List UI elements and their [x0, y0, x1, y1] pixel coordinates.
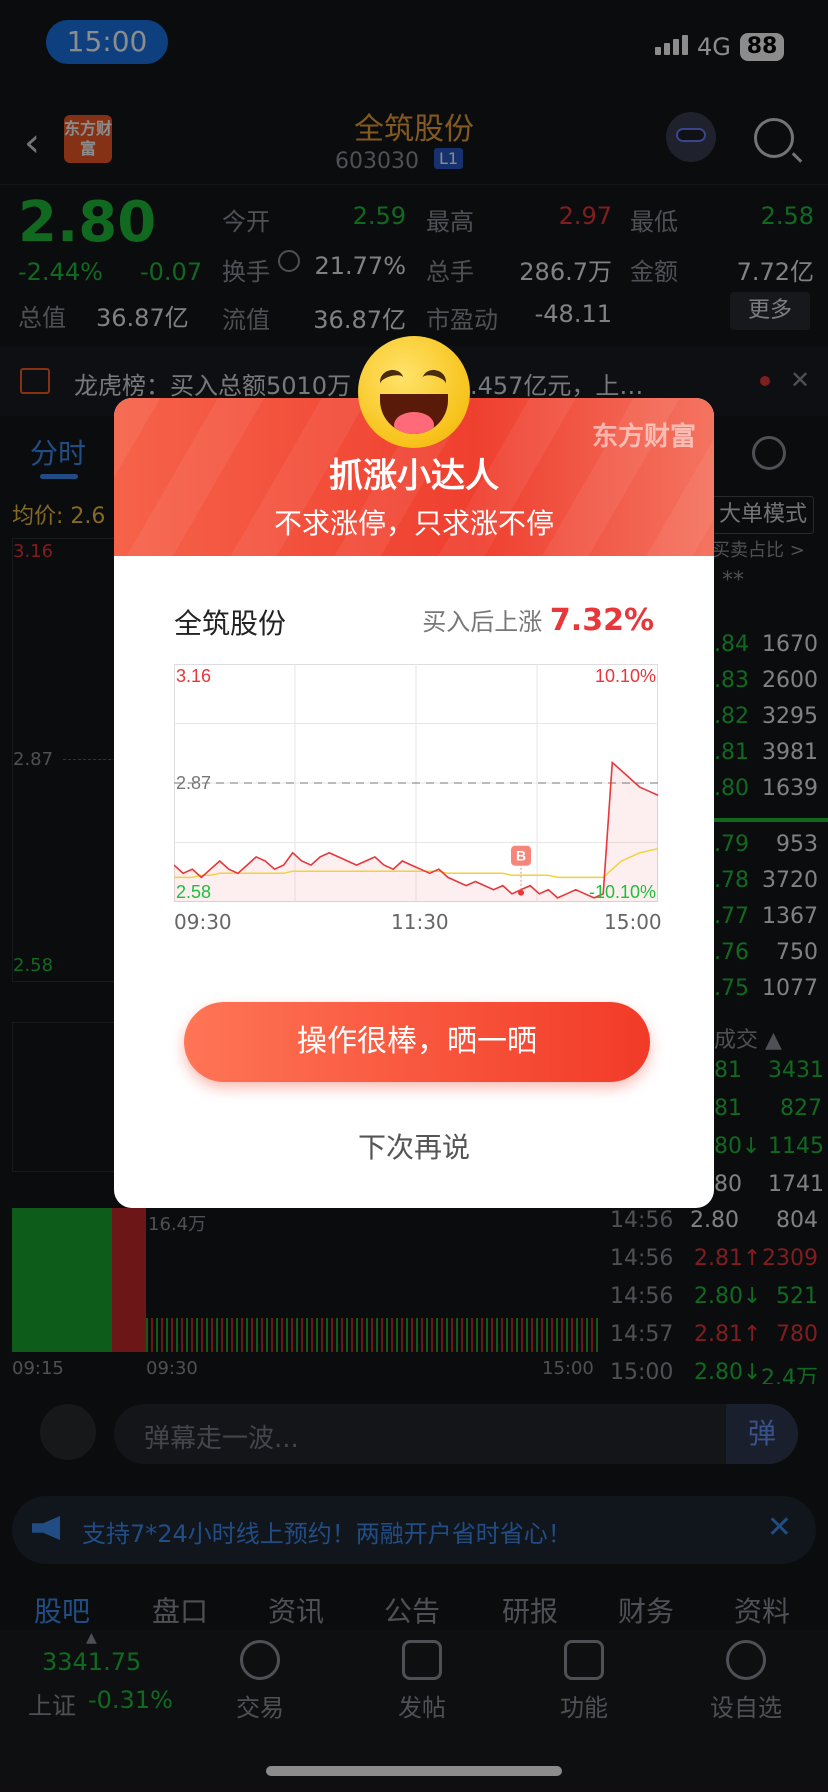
- gain-after-buy: 买入后上涨 7.32%: [422, 602, 654, 638]
- gain-value: 7.32%: [549, 603, 654, 638]
- modal-subtitle: 不求涨停，只求涨不停: [273, 507, 554, 540]
- x-tick-label: 11:30: [391, 910, 449, 934]
- emoji-eye: [377, 367, 407, 395]
- modal-stock-name: 全筑股份: [174, 607, 287, 640]
- emoji-mouth: [380, 394, 448, 434]
- modal-title: 抓涨小达人: [329, 456, 499, 496]
- later-button[interactable]: 下次再说: [114, 1126, 714, 1166]
- buy-marker-label: B: [516, 848, 526, 864]
- y-tick-label: 2.58: [176, 882, 211, 902]
- x-tick-label: 15:00: [604, 910, 662, 934]
- gain-label: 买入后上涨: [422, 608, 543, 636]
- y-right-tick-label: -10.10%: [589, 882, 656, 902]
- y-tick-label: 3.16: [176, 666, 211, 686]
- buy-point: [518, 889, 525, 896]
- share-button[interactable]: 操作很棒，晒一晒: [184, 1002, 650, 1082]
- laughing-emoji-icon: [358, 336, 470, 448]
- y-tick-label: 2.87: [176, 773, 211, 793]
- share-modal: 东方财富 抓涨小达人 不求涨停，只求涨不停 全筑股份 买入后上涨 7.32% B…: [114, 398, 714, 1208]
- emoji-eye: [419, 367, 449, 395]
- y-right-tick-label: 10.10%: [595, 666, 656, 686]
- x-tick-label: 09:30: [174, 910, 232, 934]
- modal-intraday-chart: B 3.16 2.87 2.58 10.10% -10.10%: [174, 664, 658, 902]
